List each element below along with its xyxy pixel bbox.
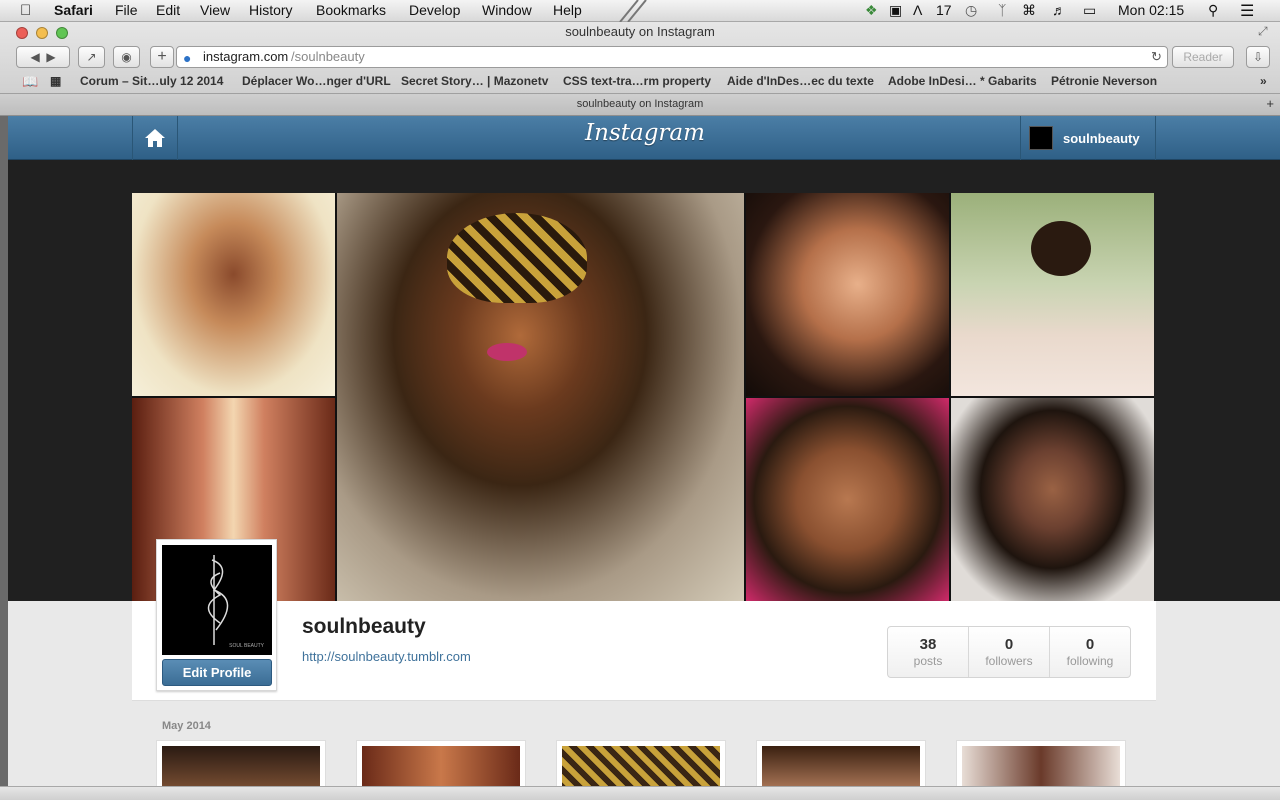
profile-stats: 38 posts 0 followers 0 following [887, 626, 1131, 678]
stat-followers[interactable]: 0 followers [969, 627, 1050, 677]
apple-icon[interactable]:  [20, 2, 31, 19]
tab-active[interactable]: soulnbeauty on Instagram [577, 98, 704, 110]
url-domain: instagram.com [203, 49, 289, 64]
menu-view[interactable]: View [200, 2, 230, 18]
stat-label: following [1066, 654, 1114, 668]
menu-history[interactable]: History [249, 2, 293, 18]
bookmark-item[interactable]: Aide d'InDes…ec du texte [727, 74, 874, 88]
menu-develop[interactable]: Develop [409, 2, 460, 18]
menubar-stripe-decoration [619, 0, 647, 22]
collage-photo[interactable] [746, 193, 949, 396]
header-avatar [1029, 126, 1053, 150]
menubar-clock[interactable]: Mon 02:15 [1118, 2, 1184, 18]
top-sites-grid-icon[interactable]: ▦ [50, 74, 61, 88]
avatar-caption: SOUL BEAUTY [229, 643, 264, 649]
wifi-icon[interactable]: ⌘ [1022, 2, 1036, 19]
globe-icon: ● [183, 50, 192, 66]
window-bottom-edge [0, 786, 1280, 800]
time-machine-icon[interactable]: ◷ [965, 2, 977, 19]
profile-website-link[interactable]: http://soulnbeauty.tumblr.com [302, 649, 471, 664]
window-title: soulnbeauty on Instagram [565, 24, 715, 39]
notification-count[interactable]: 17 [936, 2, 952, 18]
downloads-icon[interactable]: ⇩ [1246, 46, 1270, 68]
header-username: soulnbeauty [1063, 130, 1140, 146]
new-tab-plus-icon[interactable]: + [150, 46, 174, 68]
spotlight-search-icon[interactable]: ⚲ [1208, 2, 1218, 19]
menu-bar:  Safari File Edit View History Bookmark… [0, 0, 1280, 22]
bluetooth-icon[interactable]: ᛉ [998, 2, 1006, 18]
stat-value: 0 [1085, 636, 1095, 653]
soulnbeauty-logo [207, 555, 229, 645]
menu-help[interactable]: Help [553, 2, 582, 18]
stat-label: followers [985, 654, 1033, 668]
home-button[interactable] [132, 116, 178, 160]
reader-button[interactable]: Reader [1172, 46, 1234, 68]
menu-window[interactable]: Window [482, 2, 532, 18]
volume-icon[interactable]: ♬ [1052, 2, 1066, 18]
top-sites-icon[interactable]: ◉ [113, 46, 140, 68]
home-icon [145, 129, 165, 147]
tab-bar: soulnbeauty on Instagram + [0, 93, 1280, 115]
bookmark-item[interactable]: CSS text-tra…rm property [563, 74, 711, 88]
collage-photo[interactable] [951, 398, 1154, 601]
menu-app-name[interactable]: Safari [54, 2, 93, 18]
stat-following[interactable]: 0 following [1050, 627, 1130, 677]
bookmark-item[interactable]: Corum – Sit…uly 12 2014 [80, 74, 223, 88]
battery-icon[interactable]: ▭ [1083, 2, 1096, 19]
feed-month-label: May 2014 [162, 720, 211, 732]
screen-icon[interactable]: ▣ [889, 2, 902, 19]
back-forward-buttons[interactable]: ◀ ▶ [16, 46, 70, 68]
menu-file[interactable]: File [115, 2, 138, 18]
stat-value: 38 [919, 636, 937, 653]
page-left-edge [0, 116, 8, 800]
menu-bookmarks[interactable]: Bookmarks [316, 2, 386, 18]
adobe-icon[interactable]: Λ [913, 2, 922, 18]
stat-posts[interactable]: 38 posts [888, 627, 969, 677]
stat-value: 0 [1004, 636, 1014, 653]
fullscreen-icon[interactable]: ⤢ [1258, 24, 1268, 39]
header-user-menu[interactable]: soulnbeauty [1020, 116, 1156, 160]
stat-label: posts [913, 654, 943, 668]
new-tab-icon[interactable]: + [1266, 94, 1274, 114]
collage-photo[interactable] [132, 193, 335, 396]
collage-photo-featured[interactable] [337, 193, 744, 601]
reload-icon[interactable]: ↻ [1151, 47, 1162, 67]
bookmark-item[interactable]: Secret Story… | Mazonetv [401, 74, 548, 88]
url-path: /soulnbeauty [291, 49, 365, 64]
bookmarks-overflow-icon[interactable]: » [1260, 74, 1267, 88]
collage-photo[interactable] [951, 193, 1154, 396]
menu-edit[interactable]: Edit [156, 2, 180, 18]
profile-avatar[interactable]: SOUL BEAUTY [162, 545, 272, 655]
photo-collage [132, 193, 1154, 601]
share-icon[interactable]: ↗ [78, 46, 105, 68]
bookmark-item[interactable]: Adobe InDesi… * Gabarits [888, 74, 1037, 88]
address-bar[interactable]: ● instagram.com /soulnbeauty ↻ [176, 46, 1168, 68]
dropbox-icon[interactable]: ❖ [865, 2, 878, 19]
edit-profile-button[interactable]: Edit Profile [162, 659, 272, 686]
collage-photo[interactable] [746, 398, 949, 601]
notification-center-icon[interactable]: ☰ [1240, 1, 1254, 21]
profile-username: soulnbeauty [302, 615, 426, 638]
reading-list-icon[interactable]: 📖 [22, 74, 38, 90]
bookmarks-bar: 📖 ▦ Corum – Sit…uly 12 2014 Déplacer Wo…… [0, 72, 1280, 92]
instagram-logo[interactable]: Instagram [560, 120, 730, 146]
bookmark-item[interactable]: Pétronie Neverson [1051, 74, 1157, 88]
bookmark-item[interactable]: Déplacer Wo…nger d'URL [242, 74, 391, 88]
